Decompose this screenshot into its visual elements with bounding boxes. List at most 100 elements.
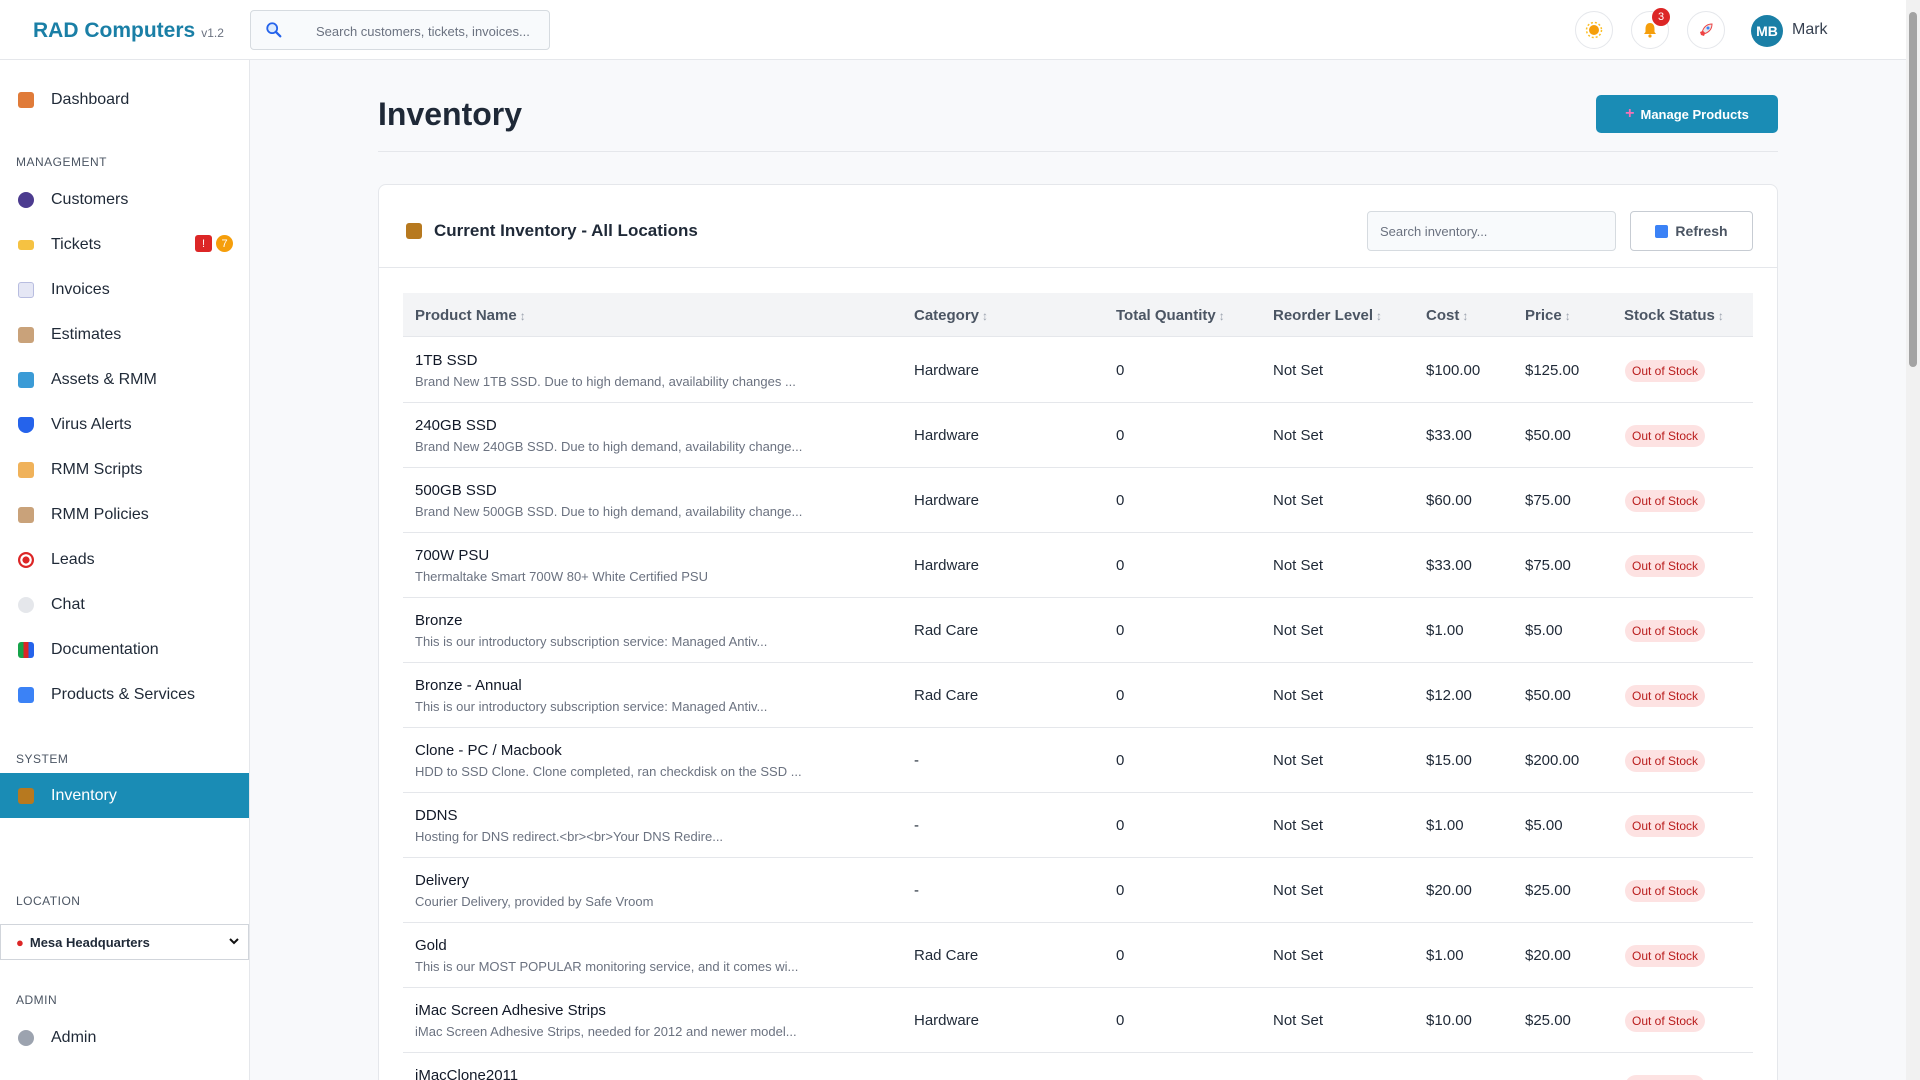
section-label-system: SYSTEM <box>16 752 69 766</box>
reorder-level-cell: Not Set <box>1273 687 1324 704</box>
sort-icon[interactable]: ↕ <box>982 309 988 323</box>
column-header-stock-status[interactable]: Stock Status ↕ <box>1624 307 1724 324</box>
category-cell: - <box>914 752 919 769</box>
sort-icon[interactable]: ↕ <box>1718 309 1724 323</box>
table-row[interactable]: Bronze - Annual This is our introductory … <box>403 663 1753 728</box>
status-badge: Out of Stock <box>1625 360 1706 382</box>
sidebar-item-inventory[interactable]: Inventory <box>0 773 249 818</box>
app-version: v1.2 <box>201 26 224 40</box>
sidebar-item-documentation[interactable]: Documentation <box>0 627 249 672</box>
refresh-icon <box>1655 224 1669 238</box>
rocket-icon <box>1700 23 1713 36</box>
column-header-cost[interactable]: Cost ↕ <box>1426 307 1468 324</box>
sidebar-item-dashboard[interactable]: Dashboard <box>0 77 249 122</box>
sidebar-item-label: RMM Scripts <box>51 460 143 478</box>
sidebar-item-chat[interactable]: Chat <box>0 582 249 627</box>
price-cell: $75.00 <box>1525 557 1571 574</box>
inventory-search-input[interactable]: Search inventory... <box>1367 211 1616 251</box>
category-cell: Hardware <box>914 362 980 379</box>
cost-cell: $33.00 <box>1426 427 1472 444</box>
column-header-total-quantity[interactable]: Total Quantity ↕ <box>1116 307 1225 324</box>
brand-name: RAD Computers <box>33 19 196 42</box>
column-header-reorder-level[interactable]: Reorder Level ↕ <box>1273 307 1382 324</box>
sort-icon[interactable]: ↕ <box>1376 309 1382 323</box>
category-cell: Rad Care <box>914 622 979 639</box>
sidebar-item-tickets[interactable]: Tickets ! 7 <box>0 222 249 267</box>
clipboard-icon <box>18 326 34 343</box>
sidebar-item-products-services[interactable]: Products & Services <box>0 672 249 717</box>
column-header-price[interactable]: Price ↕ <box>1525 307 1571 324</box>
table-row[interactable]: 700W PSU Thermaltake Smart 700W 80+ White… <box>403 533 1753 598</box>
quantity-cell: 0 <box>1116 622 1125 639</box>
sidebar-item-label: Chat <box>51 595 85 613</box>
sort-icon[interactable]: ↕ <box>1462 309 1468 323</box>
cost-cell: $20.00 <box>1426 882 1472 899</box>
manage-products-button[interactable]: + Manage Products <box>1596 95 1778 133</box>
quick-launch-button[interactable] <box>1687 11 1725 49</box>
category-cell: Rad Care <box>914 687 979 704</box>
cost-cell: $100.00 <box>1426 362 1481 379</box>
table-row[interactable]: 240GB SSD Brand New 240GB SSD. Due to hig… <box>403 403 1753 468</box>
sort-icon[interactable]: ↕ <box>520 309 526 323</box>
quantity-cell: 0 <box>1116 1012 1125 1029</box>
page-scrollbar[interactable] <box>1906 0 1920 1080</box>
quantity-cell: 0 <box>1116 947 1125 964</box>
refresh-button[interactable]: Refresh <box>1630 211 1753 251</box>
sidebar-item-label: Documentation <box>51 640 159 658</box>
column-header-product-name[interactable]: Product Name ↕ <box>415 307 526 324</box>
product-description: Brand New 1TB SSD. Due to high demand, a… <box>415 374 796 389</box>
theme-toggle-button[interactable] <box>1575 11 1613 49</box>
notifications-button[interactable]: 3 <box>1631 8 1670 49</box>
sidebar-item-customers[interactable]: Customers <box>0 177 249 222</box>
column-header-category[interactable]: Category ↕ <box>914 307 988 324</box>
quantity-cell: 0 <box>1116 492 1125 509</box>
sidebar-item-rmm-policies[interactable]: RMM Policies <box>0 492 249 537</box>
sidebar-item-virus-alerts[interactable]: Virus Alerts <box>0 402 249 447</box>
brand-logo[interactable]: RAD Computers v1.2 <box>33 19 224 43</box>
product-name: iMacClone2011 <box>415 1067 519 1080</box>
table-row[interactable]: Gold This is our MOST POPULAR monitoring … <box>403 923 1753 988</box>
table-row[interactable]: iMacClone2011 Out of Stock <box>403 1053 1753 1080</box>
status-badge: Out of Stock <box>1625 815 1706 837</box>
product-description: Brand New 500GB SSD. Due to high demand,… <box>415 504 803 519</box>
user-avatar[interactable]: MB <box>1751 15 1783 47</box>
quantity-cell: 0 <box>1116 557 1125 574</box>
global-search-input[interactable]: Search customers, tickets, invoices... <box>250 10 550 50</box>
user-name[interactable]: Mark <box>1792 21 1828 39</box>
product-name: DDNS <box>415 807 458 824</box>
reorder-level-cell: Not Set <box>1273 362 1324 379</box>
sidebar-item-estimates[interactable]: Estimates <box>0 312 249 357</box>
sidebar-item-leads[interactable]: Leads <box>0 537 249 582</box>
sidebar-item-invoices[interactable]: Invoices <box>0 267 249 312</box>
section-label-management: MANAGEMENT <box>16 155 108 169</box>
sidebar-item-rmm-scripts[interactable]: RMM Scripts <box>0 447 249 492</box>
location-select[interactable]: ● Mesa Headquarters <box>0 924 249 960</box>
table-row[interactable]: 1TB SSD Brand New 1TB SSD. Due to high de… <box>403 338 1753 403</box>
card-title: Current Inventory - All Locations <box>406 221 698 241</box>
status-badge: Out of Stock <box>1625 685 1706 707</box>
product-description: This is our MOST POPULAR monitoring serv… <box>415 959 799 974</box>
table-row[interactable]: 500GB SSD Brand New 500GB SSD. Due to hig… <box>403 468 1753 533</box>
cost-cell: $33.00 <box>1426 557 1472 574</box>
reorder-level-cell: Not Set <box>1273 752 1324 769</box>
scrollbar-thumb[interactable] <box>1909 12 1917 367</box>
scroll-icon <box>18 461 34 478</box>
package-icon <box>406 223 422 239</box>
product-name: 500GB SSD <box>415 482 497 499</box>
price-cell: $75.00 <box>1525 492 1571 509</box>
sidebar-item-label: RMM Policies <box>51 505 149 523</box>
page-title: Inventory <box>378 96 523 132</box>
cost-cell: $15.00 <box>1426 752 1472 769</box>
table-row[interactable]: DDNS Hosting for DNS redirect.<br><br>You… <box>403 793 1753 858</box>
table-row[interactable]: Delivery Courier Delivery, provided by Sa… <box>403 858 1753 923</box>
sort-icon[interactable]: ↕ <box>1565 309 1571 323</box>
table-row[interactable]: iMac Screen Adhesive Strips iMac Screen A… <box>403 988 1753 1053</box>
sort-icon[interactable]: ↕ <box>1219 309 1225 323</box>
sidebar-item-assets-rmm[interactable]: Assets & RMM <box>0 357 249 402</box>
table-row[interactable]: Clone - PC / Macbook HDD to SSD Clone. Cl… <box>403 728 1753 793</box>
location-value: Mesa Headquarters <box>29 934 150 950</box>
product-description: iMac Screen Adhesive Strips, needed for … <box>415 1024 797 1039</box>
table-row[interactable]: Bronze This is our introductory subscript… <box>403 598 1753 663</box>
sidebar-item-admin[interactable]: Admin <box>0 1015 249 1060</box>
reorder-level-cell: Not Set <box>1273 622 1324 639</box>
